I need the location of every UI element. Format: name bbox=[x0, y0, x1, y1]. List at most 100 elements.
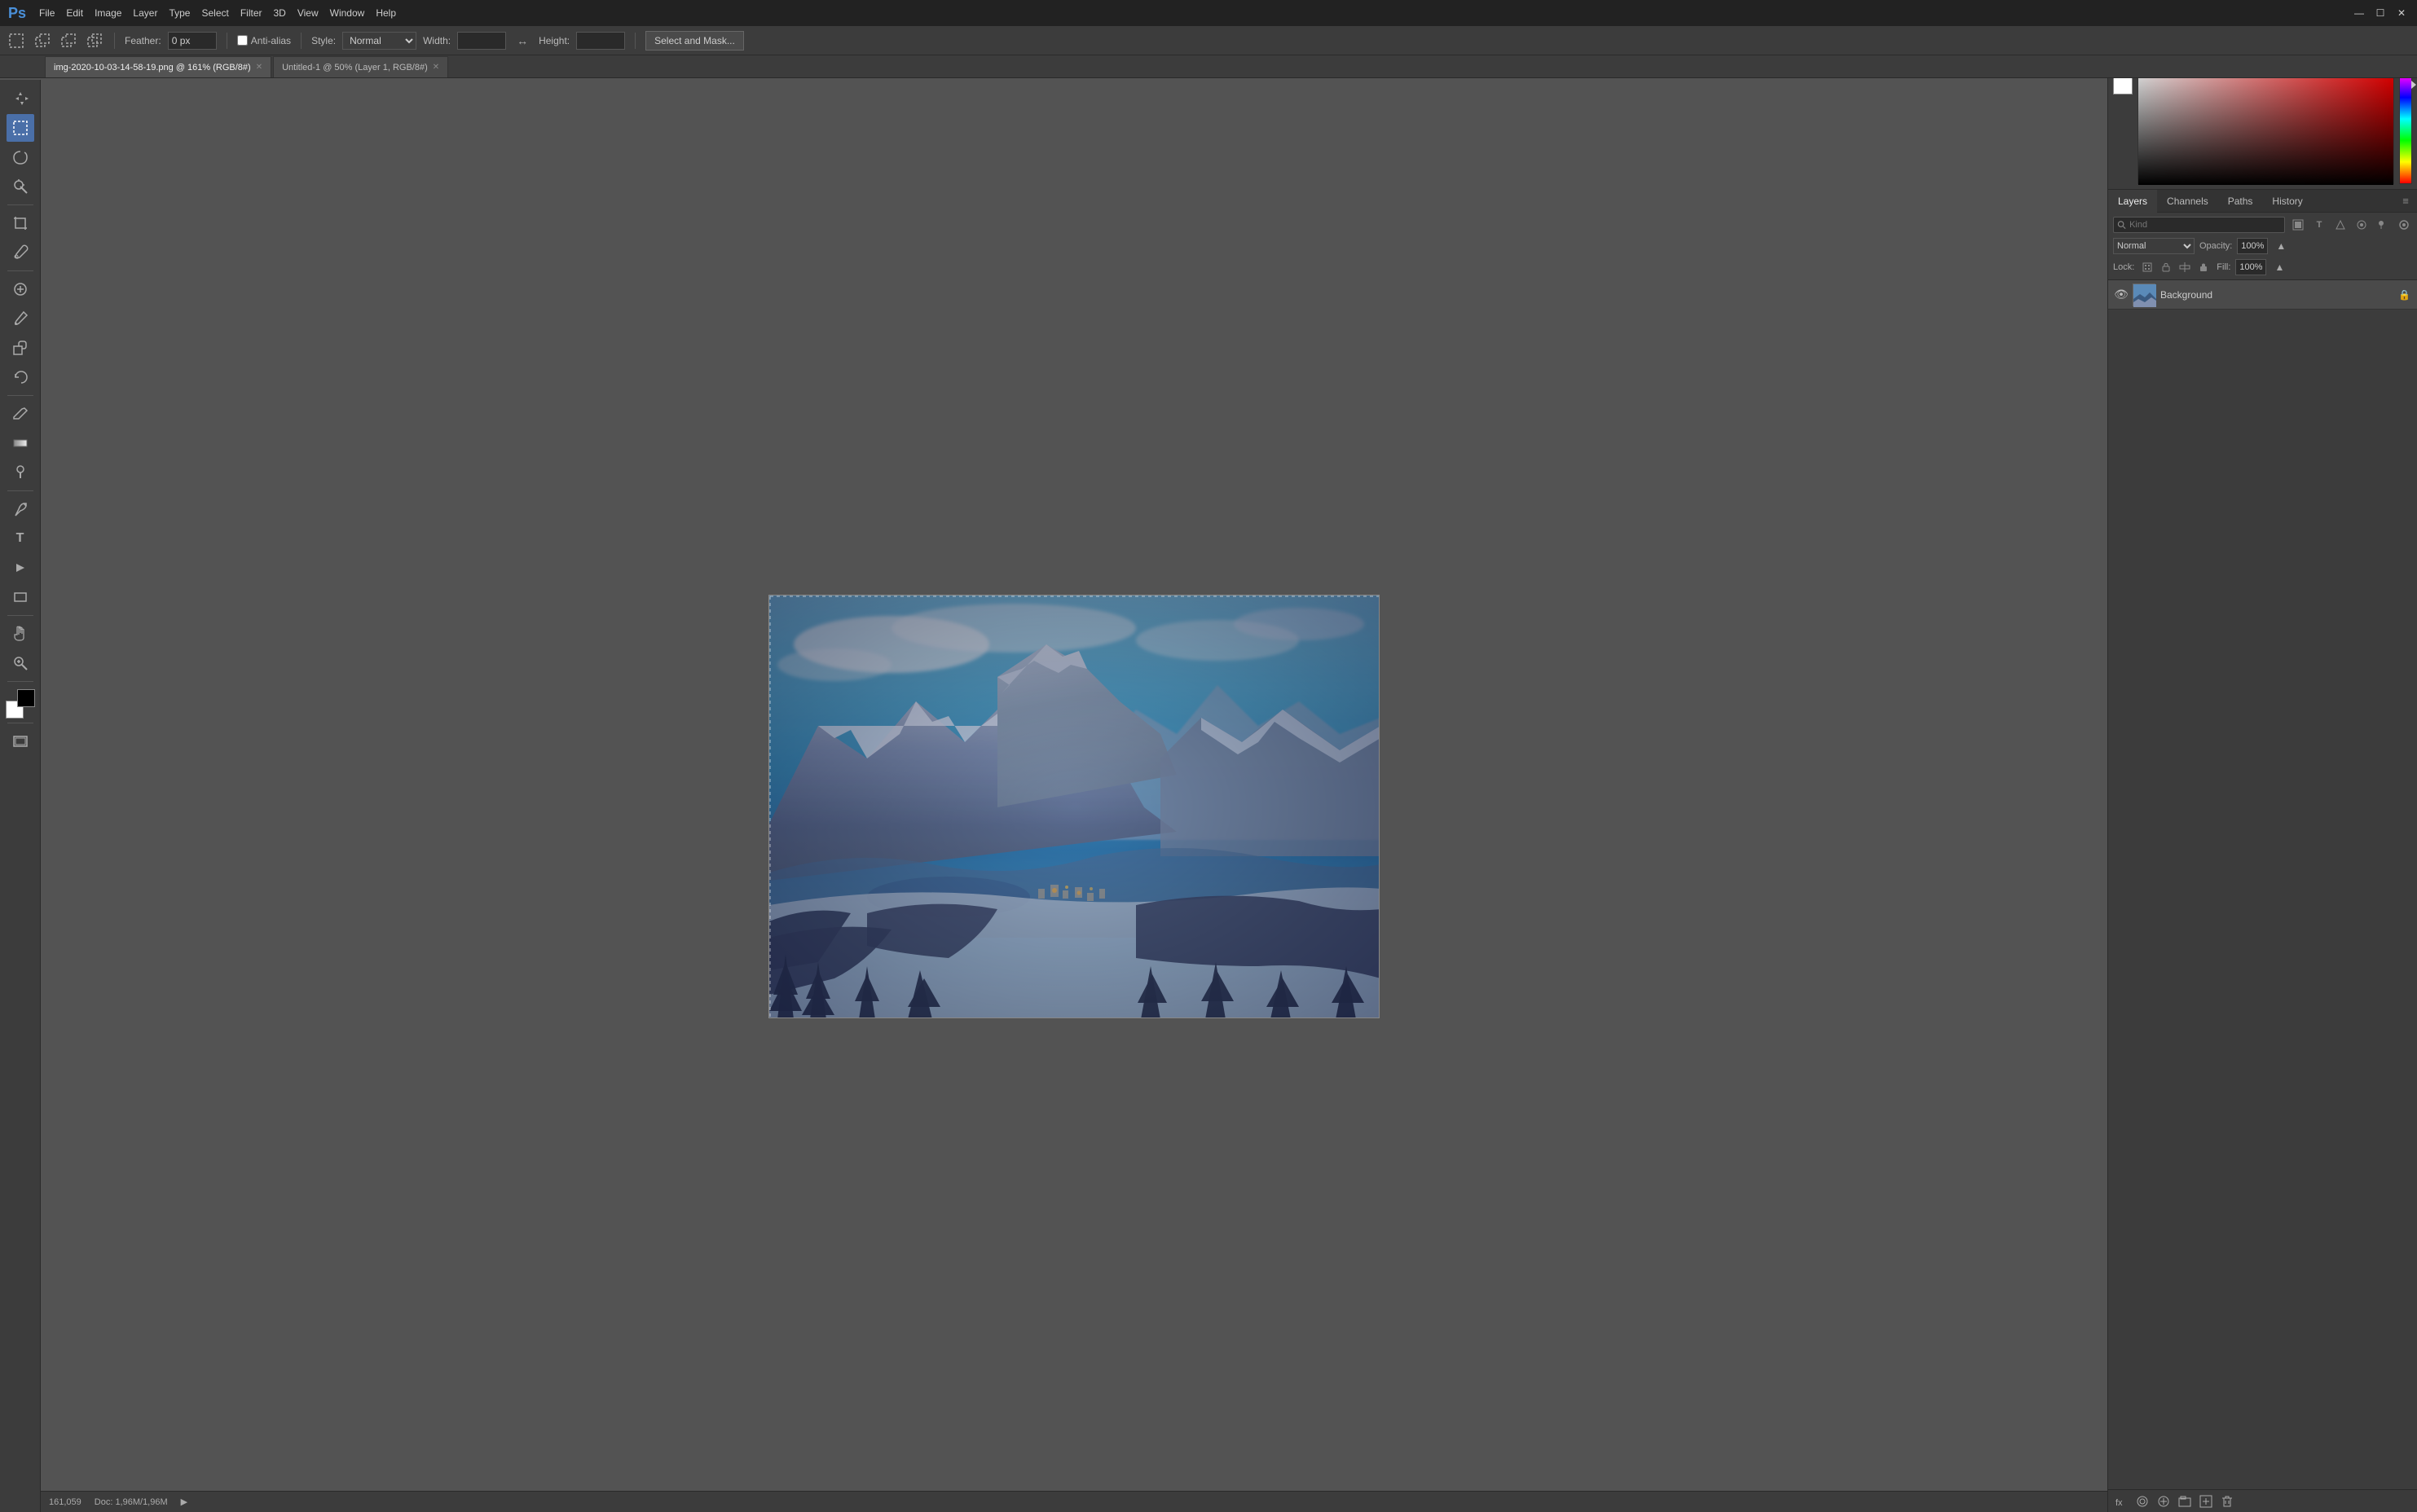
layer-filter-smart[interactable] bbox=[2353, 217, 2370, 233]
color-swatches bbox=[6, 689, 35, 719]
status-bar: 161,059 Doc: 1,96M/1,96M ▶ bbox=[41, 1491, 2107, 1512]
layer-item-background[interactable]: 👁 Background 🔒 bbox=[2108, 280, 2417, 310]
layers-tab-paths[interactable]: Paths bbox=[2218, 190, 2263, 213]
separator1 bbox=[114, 33, 115, 49]
layer-filter-pixel[interactable] bbox=[2290, 217, 2306, 233]
width-input[interactable] bbox=[457, 32, 506, 50]
menu-window[interactable]: Window bbox=[330, 7, 365, 19]
lasso-tool[interactable] bbox=[7, 143, 34, 171]
dodge-tool[interactable] bbox=[7, 459, 34, 486]
layers-tab-layers[interactable]: Layers bbox=[2108, 190, 2157, 213]
type-tool[interactable]: T bbox=[7, 525, 34, 552]
hand-tool[interactable] bbox=[7, 620, 34, 648]
minimize-button[interactable]: — bbox=[2352, 6, 2366, 20]
menu-file[interactable]: File bbox=[39, 7, 55, 19]
swap-dimensions-icon[interactable]: ↔ bbox=[513, 31, 532, 51]
tab-img[interactable]: img-2020-10-03-14-58-19.png @ 161% (RGB/… bbox=[45, 56, 271, 77]
subtract-selection-icon[interactable] bbox=[59, 31, 78, 51]
layer-filter-vector[interactable] bbox=[2332, 217, 2349, 233]
rect-shape-tool[interactable] bbox=[7, 583, 34, 611]
tool-sep5 bbox=[7, 615, 33, 616]
magic-wand-tool[interactable] bbox=[7, 173, 34, 200]
layer-controls: T Normal Dissolve bbox=[2108, 213, 2417, 280]
opacity-stepper-up[interactable]: ▲ bbox=[2273, 238, 2289, 254]
eyedropper-tool[interactable] bbox=[7, 239, 34, 266]
layers-tab-channels[interactable]: Channels bbox=[2157, 190, 2218, 213]
foreground-color-swatch[interactable] bbox=[17, 689, 35, 707]
options-bar: Feather: Anti-alias Style: Normal Fixed … bbox=[0, 26, 2417, 55]
maximize-button[interactable]: ☐ bbox=[2373, 6, 2388, 20]
brush-tool[interactable] bbox=[7, 305, 34, 332]
create-group-btn[interactable] bbox=[2177, 1493, 2193, 1510]
menu-type[interactable]: Type bbox=[169, 7, 190, 19]
move-tool[interactable] bbox=[7, 85, 34, 112]
pen-tool[interactable] bbox=[7, 495, 34, 523]
antialias-checkbox[interactable] bbox=[237, 35, 248, 46]
new-layer-btn[interactable] bbox=[2198, 1493, 2214, 1510]
add-selection-icon[interactable] bbox=[33, 31, 52, 51]
marquee-rect-tool[interactable] bbox=[7, 114, 34, 142]
lock-label: Lock: bbox=[2113, 262, 2134, 272]
eraser-tool[interactable] bbox=[7, 400, 34, 428]
menu-edit[interactable]: Edit bbox=[66, 7, 83, 19]
crop-tool[interactable] bbox=[7, 209, 34, 237]
healing-tool[interactable] bbox=[7, 275, 34, 303]
blend-opacity-row: Normal Dissolve Multiply Screen Overlay … bbox=[2113, 237, 2412, 255]
fill-stepper-up[interactable]: ▲ bbox=[2271, 259, 2287, 275]
separator4 bbox=[635, 33, 636, 49]
layer-list: 👁 Background 🔒 bbox=[2108, 280, 2417, 1489]
lock-pixels-btn[interactable] bbox=[2139, 259, 2155, 275]
select-mask-button[interactable]: Select and Mask... bbox=[645, 31, 744, 51]
menu-layer[interactable]: Layer bbox=[133, 7, 157, 19]
layer-search-input[interactable] bbox=[2129, 220, 2281, 230]
gradient-tool[interactable] bbox=[7, 429, 34, 457]
tab-untitled[interactable]: Untitled-1 @ 50% (Layer 1, RGB/8#) ✕ bbox=[273, 56, 448, 77]
tool-sep6 bbox=[7, 681, 33, 682]
blend-mode-select[interactable]: Normal Dissolve Multiply Screen Overlay bbox=[2113, 238, 2195, 254]
layers-tab-history[interactable]: History bbox=[2262, 190, 2312, 213]
feather-label: Feather: bbox=[125, 35, 161, 46]
layer-filter-fill[interactable] bbox=[2375, 217, 2391, 233]
new-selection-icon[interactable] bbox=[7, 31, 26, 51]
lock-artboard-btn[interactable] bbox=[2177, 259, 2193, 275]
canvas-image[interactable] bbox=[768, 595, 1380, 1018]
height-input[interactable] bbox=[576, 32, 625, 50]
menu-filter[interactable]: Filter bbox=[240, 7, 262, 19]
feather-input[interactable] bbox=[168, 32, 217, 50]
menu-bar: File Edit Image Layer Type Select Filter… bbox=[39, 7, 396, 19]
layer-search[interactable] bbox=[2113, 217, 2285, 233]
tab-untitled-close[interactable]: ✕ bbox=[433, 63, 439, 72]
antialias-label: Anti-alias bbox=[237, 35, 291, 46]
intersect-selection-icon[interactable] bbox=[85, 31, 104, 51]
tab-img-close[interactable]: ✕ bbox=[256, 63, 262, 72]
menu-select[interactable]: Select bbox=[201, 7, 228, 19]
delete-layer-btn[interactable] bbox=[2219, 1493, 2235, 1510]
zoom-tool[interactable] bbox=[7, 649, 34, 677]
path-select-tool[interactable] bbox=[7, 554, 34, 582]
lock-position-btn[interactable] bbox=[2158, 259, 2174, 275]
add-adjustment-btn[interactable] bbox=[2155, 1493, 2172, 1510]
status-arrow[interactable]: ▶ bbox=[181, 1497, 187, 1507]
layer-filter-type[interactable]: T bbox=[2311, 217, 2327, 233]
layer-lock-indicator: 🔒 bbox=[2398, 289, 2410, 301]
lock-icons bbox=[2139, 259, 2212, 275]
history-brush-tool[interactable] bbox=[7, 363, 34, 391]
add-mask-btn[interactable] bbox=[2134, 1493, 2151, 1510]
close-button[interactable]: ✕ bbox=[2394, 6, 2409, 20]
style-dropdown[interactable]: Normal Fixed Ratio Fixed Size bbox=[342, 32, 416, 50]
menu-3d[interactable]: 3D bbox=[274, 7, 286, 19]
fill-value[interactable]: 100% bbox=[2235, 259, 2266, 275]
screen-mode-tool[interactable] bbox=[7, 727, 34, 755]
add-fx-btn[interactable]: fx bbox=[2113, 1493, 2129, 1510]
lock-all-btn[interactable] bbox=[2195, 259, 2212, 275]
opacity-value[interactable]: 100% bbox=[2237, 238, 2268, 254]
window-controls: — ☐ ✕ bbox=[2352, 6, 2409, 20]
menu-view[interactable]: View bbox=[297, 7, 319, 19]
menu-image[interactable]: Image bbox=[95, 7, 121, 19]
menu-help[interactable]: Help bbox=[376, 7, 396, 19]
spectrum-arrow bbox=[2411, 81, 2416, 89]
layer-filter-toggle[interactable] bbox=[2396, 217, 2412, 233]
clone-tool[interactable] bbox=[7, 334, 34, 362]
layers-panel-menu[interactable]: ≡ bbox=[2397, 193, 2414, 209]
layer-visibility-toggle[interactable]: 👁 bbox=[2115, 288, 2128, 301]
